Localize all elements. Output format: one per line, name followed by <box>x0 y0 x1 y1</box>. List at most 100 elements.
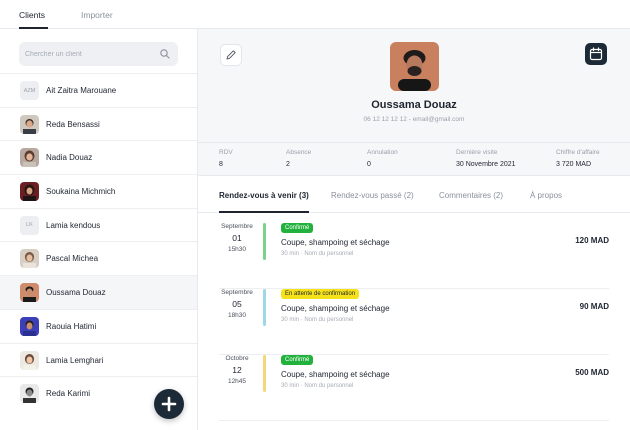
active-tab-indicator <box>219 211 309 213</box>
tab-comments[interactable]: Commentaires (2) <box>439 191 503 200</box>
avatar <box>20 350 39 370</box>
client-item[interactable]: Raouia Hatimi <box>0 308 197 343</box>
tab-clients[interactable]: Clients <box>19 10 45 20</box>
tab-importer[interactable]: Importer <box>81 10 113 20</box>
client-name: Pascal Michea <box>46 254 99 264</box>
search-input[interactable] <box>25 48 155 60</box>
profile-header: Oussama Douaz 06 12 12 12 12 - email@gma… <box>198 29 630 142</box>
appointment-row[interactable]: Septembre 05 18h30 En attente de confirm… <box>219 289 609 355</box>
client-name: Raouia Hatimi <box>46 321 97 331</box>
tab-past[interactable]: Rendez-vous passé (2) <box>331 191 414 200</box>
status-badge: En attente de confirmation <box>281 289 360 299</box>
stats-bar: RDV 8 Absence 2 Annulation 0 Dernière vi… <box>198 142 630 176</box>
client-photo <box>390 42 439 91</box>
client-name: Lamia Lemghari <box>46 355 104 365</box>
appointment-month: Septembre <box>221 223 253 230</box>
appointment-time: 15h30 <box>227 246 247 253</box>
appointment-day: 05 <box>232 299 242 309</box>
client-name-heading: Oussama Douaz <box>371 99 457 111</box>
service-meta: 30 min · Nom du personnel <box>281 383 354 389</box>
avatar <box>20 148 39 168</box>
tab-about[interactable]: À propos <box>530 191 562 200</box>
stat-value: 30 Novembre 2021 <box>456 161 516 168</box>
status-badge: Confirmé <box>281 355 314 365</box>
stat-rdv: RDV 8 <box>219 149 233 168</box>
appointment-tabs: Rendez-vous à venir (3) Rendez-vous pass… <box>198 176 630 213</box>
appointment-price: 90 MAD <box>579 302 609 311</box>
avatar: AZM <box>20 81 39 100</box>
appointment-price: 500 MAD <box>575 368 609 377</box>
appointment-month: Septembre <box>221 289 253 296</box>
stat-absence: Absence 2 <box>286 149 311 168</box>
edit-button[interactable] <box>220 44 242 66</box>
calendar-icon <box>589 47 603 61</box>
client-detail-panel: Oussama Douaz 06 12 12 12 12 - email@gma… <box>198 29 630 430</box>
service-name: Coupe, shampoing et séchage <box>281 238 390 247</box>
search-icon[interactable] <box>159 48 171 60</box>
stat-last-visit: Dernière visite 30 Novembre 2021 <box>456 149 516 168</box>
client-item[interactable]: Pascal Michea <box>0 241 197 275</box>
service-meta: 30 min · Nom du personnel <box>281 251 354 257</box>
client-name: Ait Zaitra Marouane <box>46 86 117 95</box>
stat-value: 8 <box>219 161 223 168</box>
stat-label: Dernière visite <box>456 149 498 156</box>
appointment-date: Septembre 01 15h30 <box>219 223 255 253</box>
pencil-icon <box>226 50 236 60</box>
status-bar <box>263 289 266 326</box>
avatar <box>20 384 39 404</box>
client-item[interactable]: LK Lamia kendous <box>0 207 197 242</box>
stat-annulation: Annulation 0 <box>367 149 398 168</box>
client-item[interactable]: Lamia Lemghari <box>0 342 197 377</box>
appointment-price: 120 MAD <box>575 236 609 245</box>
status-bar <box>263 355 266 392</box>
appointment-time: 18h30 <box>227 312 247 319</box>
client-item[interactable]: AZM Ait Zaitra Marouane <box>0 73 197 107</box>
plus-icon <box>161 396 177 412</box>
client-item[interactable]: Soukaina Michmich <box>0 174 197 208</box>
add-client-button[interactable] <box>154 389 184 419</box>
service-name: Coupe, shampoing et séchage <box>281 370 390 379</box>
stat-label: Annulation <box>367 149 398 156</box>
service-meta: 30 min · Nom du personnel <box>281 317 354 323</box>
client-name: Soukaina Michmich <box>46 187 116 197</box>
avatar <box>20 316 39 336</box>
stat-revenue: Chiffre d'affaire 3 720 MAD <box>556 149 600 168</box>
status-bar <box>263 223 266 260</box>
appointment-date: Septembre 05 18h30 <box>219 289 255 319</box>
client-contact: 06 12 12 12 12 - email@gmail.com <box>363 116 465 123</box>
avatar: LK <box>20 215 39 235</box>
appointment-row[interactable]: Septembre 01 15h30 Confirmé Coupe, shamp… <box>219 223 609 289</box>
stat-label: Chiffre d'affaire <box>556 149 600 156</box>
avatar <box>20 283 39 303</box>
stat-label: Absence <box>286 149 312 156</box>
calendar-button[interactable] <box>585 43 607 65</box>
client-sidebar: AZM Ait Zaitra Marouane Reda Bensassi Na… <box>0 29 198 430</box>
stat-value: 3 720 MAD <box>556 161 592 168</box>
stat-value: 2 <box>286 161 290 168</box>
appointment-row[interactable]: Octobre 12 12h45 Confirmé Coupe, shampoi… <box>219 355 609 421</box>
appointment-month: Octobre <box>225 355 249 362</box>
service-name: Coupe, shampoing et séchage <box>281 304 390 313</box>
client-name: Reda Karimi <box>46 389 91 399</box>
appointment-date: Octobre 12 12h45 <box>219 355 255 385</box>
client-item[interactable]: Oussama Douaz <box>0 275 197 309</box>
client-name: Lamia kendous <box>46 220 101 230</box>
client-name: Nadia Douaz <box>46 153 93 163</box>
appointment-time: 12h45 <box>227 378 247 385</box>
appointment-day: 12 <box>232 365 242 375</box>
appointment-day: 01 <box>232 233 242 243</box>
client-name: Reda Bensassi <box>46 119 100 129</box>
avatar <box>20 249 39 269</box>
client-item[interactable]: Nadia Douaz <box>0 140 197 174</box>
status-badge: Confirmé <box>281 223 314 233</box>
stat-label: RDV <box>219 149 233 156</box>
search-box <box>19 42 178 66</box>
avatar <box>20 182 39 202</box>
tab-upcoming[interactable]: Rendez-vous à venir (3) <box>219 191 309 200</box>
client-item[interactable]: Reda Bensassi <box>0 106 197 141</box>
avatar <box>20 114 39 134</box>
client-list: AZM Ait Zaitra Marouane Reda Bensassi Na… <box>0 73 197 410</box>
stat-value: 0 <box>367 161 371 168</box>
client-name: Oussama Douaz <box>46 288 106 298</box>
top-tab-bar: Clients Importer <box>0 0 630 29</box>
